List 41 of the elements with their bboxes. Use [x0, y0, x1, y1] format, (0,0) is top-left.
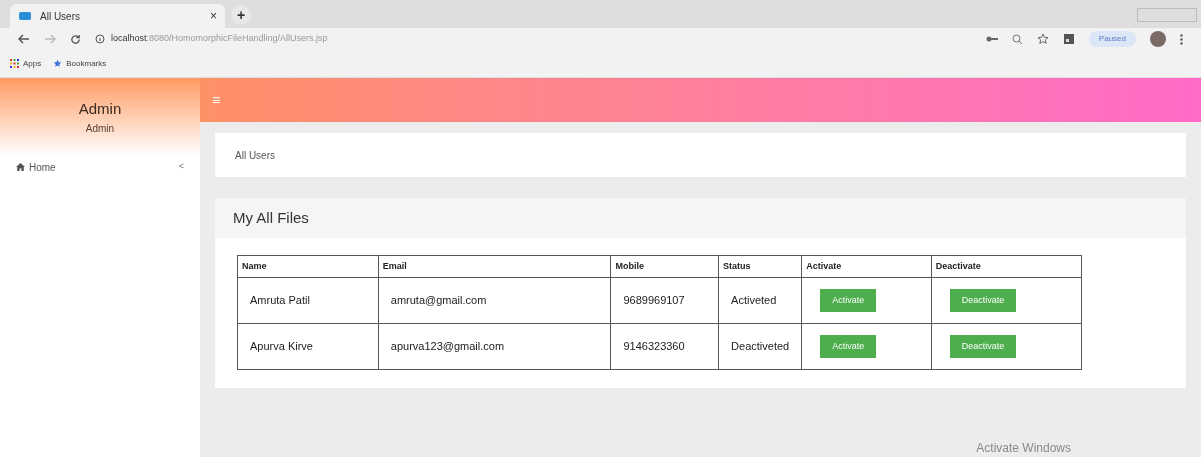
address-bar[interactable]: localhost:8080/HomomorphicFileHandling/AllUsers.jsp — [95, 32, 972, 46]
extension-icon[interactable] — [1062, 33, 1075, 45]
star-icon — [53, 59, 63, 68]
admin-role: Admin — [85, 121, 115, 136]
info-icon[interactable] — [95, 34, 105, 44]
table-cell: Deactiveted — [718, 323, 802, 370]
nav-item[interactable]: Home < — [0, 156, 200, 178]
grid-icon — [10, 59, 19, 68]
browser-tab[interactable]: All Users × — [10, 4, 225, 28]
column-header: Status — [718, 255, 802, 278]
column-header: Mobile — [610, 255, 719, 278]
bookmark-item[interactable]: Bookmarks — [53, 57, 107, 70]
close-icon[interactable]: × — [210, 7, 217, 25]
table-cell: apurva123@gmail.com — [378, 323, 611, 370]
activation-notice: Activate Windows — [976, 440, 1071, 457]
new-tab-button[interactable]: + — [231, 5, 251, 25]
avatar-icon[interactable] — [1150, 31, 1166, 47]
star-icon[interactable] — [1036, 33, 1049, 45]
back-arrow-icon[interactable] — [18, 34, 30, 44]
key-icon[interactable] — [985, 35, 998, 43]
admin-name: Admin — [78, 99, 122, 119]
url-text: localhost:8080/HomomorphicFileHandling/AllUsers.jsp — [111, 32, 328, 46]
breadcrumb-text: All Users — [235, 148, 275, 163]
table-cell: 9689969107 — [610, 277, 719, 324]
column-header: Name — [237, 255, 379, 278]
more-menu-icon[interactable] — [1180, 33, 1183, 45]
home-icon — [16, 163, 25, 171]
table-cell: Amruta Patil — [237, 277, 379, 324]
column-header: Deactivate — [931, 255, 1082, 278]
panel-title: My All Files — [233, 207, 309, 228]
tab-title: All Users — [40, 9, 81, 24]
table-cell: Activeted — [718, 277, 802, 324]
column-header: Activate — [801, 255, 932, 278]
zoom-icon[interactable] — [1011, 33, 1023, 45]
table-cell: Apurva Kirve — [237, 323, 379, 370]
collapse-caret-icon[interactable]: < — [178, 160, 184, 174]
reload-icon[interactable] — [70, 33, 81, 45]
table-cell: amruta@gmail.com — [378, 277, 611, 324]
column-header: Email — [378, 255, 611, 278]
table-cell: 9146323360 — [610, 323, 719, 370]
bookmark-item[interactable]: Apps — [10, 57, 42, 70]
